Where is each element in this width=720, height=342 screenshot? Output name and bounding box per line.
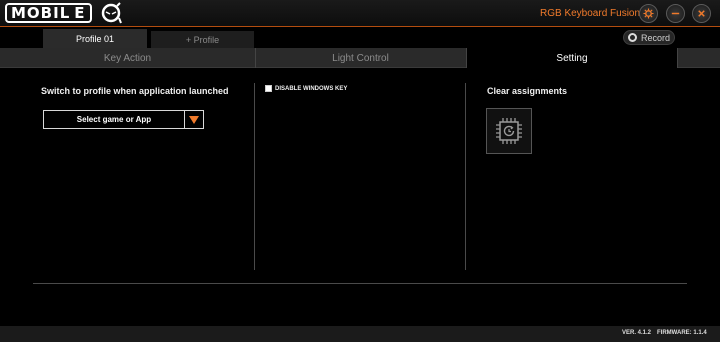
close-button[interactable] (692, 4, 711, 23)
chip-reset-icon (496, 118, 522, 144)
dropdown-arrow-icon[interactable] (184, 111, 203, 128)
column-divider (465, 83, 466, 270)
app-title: RGB Keyboard Fusion (540, 8, 641, 19)
clear-assignments-button[interactable] (486, 108, 532, 154)
select-value: Select game or App (76, 115, 152, 124)
firmware-text: FIRMWARE: 1.1.4 (657, 330, 707, 336)
version-text: VER. 4.1.2 (622, 330, 652, 336)
record-icon (628, 33, 637, 42)
tab-setting[interactable]: Setting (466, 48, 678, 68)
game-app-select[interactable]: Select game or App (43, 110, 204, 129)
clear-assignments-label: Clear assignments (487, 86, 568, 96)
tab-key-action[interactable]: Key Action (0, 48, 255, 68)
minimize-button[interactable] (666, 4, 685, 23)
status-bar: VER. 4.1.2 FIRMWARE: 1.1.4 (0, 326, 720, 342)
main-tab-bar: Key Action Light Control Setting (0, 48, 720, 68)
close-icon (698, 10, 705, 17)
settings-button[interactable] (639, 4, 658, 23)
minimize-icon (671, 12, 680, 15)
profile-tab-01[interactable]: Profile 01 (43, 29, 147, 48)
settings-icon (643, 8, 654, 19)
record-label: Record (641, 32, 671, 43)
disable-windows-key-checkbox[interactable] (265, 85, 272, 92)
column-divider (254, 83, 255, 270)
brand-logo: MOBIL E (5, 3, 92, 23)
add-profile-tab[interactable]: + Profile (151, 31, 254, 48)
disable-windows-key-label: DISABLE WINDOWS KEY (275, 85, 348, 92)
record-button[interactable]: Record (623, 30, 675, 45)
title-bar: MOBIL E RGB Keyboard Fusion (0, 0, 720, 27)
switch-profile-label: Switch to profile when application launc… (41, 86, 229, 96)
tab-light-control[interactable]: Light Control (255, 48, 465, 68)
content-divider (33, 283, 687, 284)
brand-mark-icon (101, 2, 122, 24)
disable-windows-key-option[interactable]: DISABLE WINDOWS KEY (265, 85, 347, 92)
